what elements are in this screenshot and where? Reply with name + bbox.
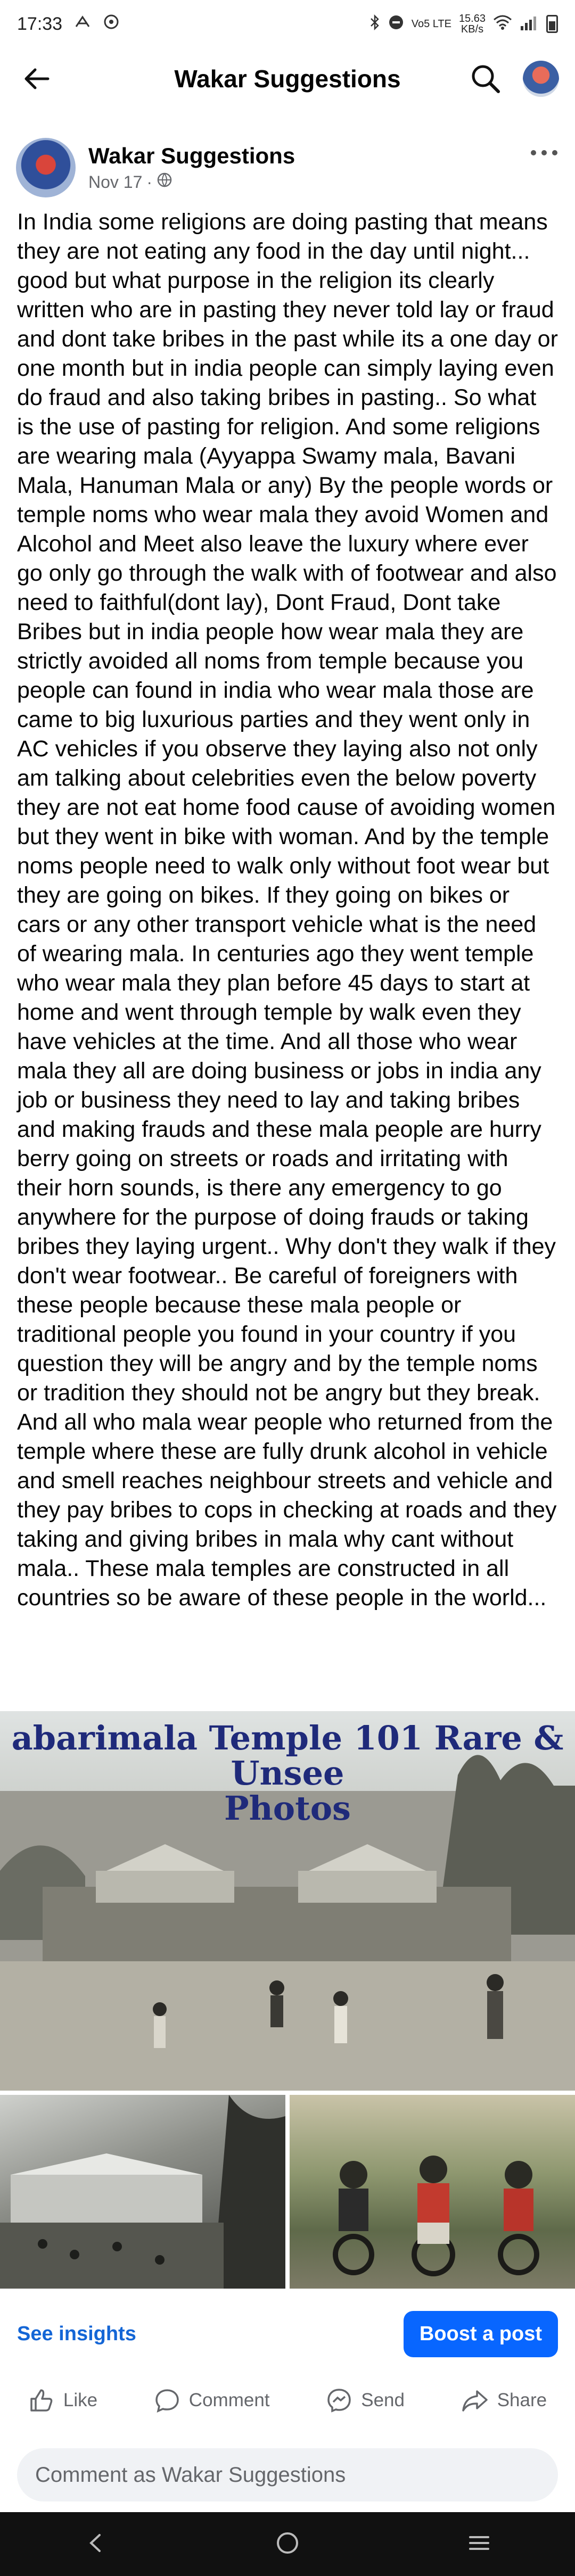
- photo-title-line1: abarimala Temple 101 Rare & Unsee: [11, 1719, 564, 1793]
- wifi-icon: [493, 14, 512, 34]
- globe-icon: [157, 172, 172, 192]
- search-button[interactable]: [464, 57, 507, 100]
- thumbs-up-icon: [30, 2389, 53, 2412]
- bluetooth-icon: [369, 14, 381, 35]
- messenger-icon: [327, 2389, 351, 2413]
- fan-icon: [72, 14, 93, 35]
- nav-home-icon: [277, 2532, 298, 2554]
- system-nav-bar: [0, 2512, 575, 2576]
- status-time: 17:33: [17, 13, 63, 34]
- nav-home-button[interactable]: [274, 2530, 301, 2559]
- nav-back-button[interactable]: [83, 2530, 109, 2559]
- send-label: Send: [361, 2390, 405, 2410]
- profile-avatar-button[interactable]: [523, 60, 559, 97]
- signal-icon: [520, 14, 539, 34]
- see-insights-link[interactable]: See insights: [17, 2323, 136, 2346]
- network-label: Vo5 LTE: [411, 18, 451, 30]
- comment-label: Comment: [188, 2390, 270, 2410]
- speed-unit: KB/s: [461, 23, 484, 35]
- back-arrow-icon: [24, 68, 50, 89]
- app-bar: Wakar Suggestions: [0, 48, 575, 109]
- speed-indicator: 15.63 KB/s: [459, 13, 486, 35]
- reaction-bar: Like Comment Send Share: [0, 2374, 575, 2427]
- photo-temple-crowd[interactable]: [0, 2095, 285, 2289]
- author-name[interactable]: Wakar Suggestions: [88, 143, 295, 169]
- send-button[interactable]: Send: [326, 2387, 405, 2414]
- battery-icon: [546, 15, 558, 33]
- post-body-text: In India some religions are doing pastin…: [17, 209, 564, 1611]
- author-avatar[interactable]: [16, 138, 76, 197]
- dnd-icon: [388, 14, 404, 34]
- search-icon: [472, 65, 500, 93]
- share-arrow-icon: [462, 2390, 488, 2412]
- photo-title-line2: Photos: [224, 1789, 351, 1828]
- like-label: Like: [63, 2390, 98, 2410]
- speed-value: 15.63: [458, 13, 486, 24]
- more-dots-icon: [531, 150, 557, 155]
- comment-button[interactable]: Comment: [154, 2387, 270, 2414]
- more-options-button[interactable]: [529, 133, 559, 162]
- like-button[interactable]: Like: [28, 2387, 97, 2414]
- comment-placeholder: Comment as Wakar Suggestions: [35, 2463, 346, 2487]
- post-management-bar: See insights Boost a post: [0, 2305, 575, 2363]
- share-button[interactable]: Share: [461, 2387, 547, 2414]
- nav-back-icon: [89, 2533, 101, 2552]
- status-bar: 17:33 Vo5 LTE 15.63 KB/s: [0, 0, 575, 48]
- post-header: Wakar Suggestions Nov 17 ·: [16, 133, 559, 202]
- comment-input[interactable]: Comment as Wakar Suggestions: [17, 2448, 558, 2501]
- post-date[interactable]: Nov 17: [88, 172, 142, 192]
- photo-temple-main[interactable]: abarimala Temple 101 Rare & Unsee Photos: [0, 1711, 575, 2091]
- comment-bubble-icon: [155, 2389, 179, 2413]
- photo-title: abarimala Temple 101 Rare & Unsee Photos: [0, 1721, 575, 1826]
- photo-bikers[interactable]: [290, 2095, 575, 2289]
- back-button[interactable]: [16, 57, 59, 100]
- share-label: Share: [497, 2390, 547, 2410]
- post-photo-collage[interactable]: abarimala Temple 101 Rare & Unsee Photos: [0, 1711, 575, 2289]
- meta-separator: ·: [146, 172, 153, 192]
- nav-menu-button[interactable]: [466, 2530, 492, 2559]
- nav-menu-icon: [469, 2536, 489, 2550]
- whatsapp-icon: [103, 13, 120, 35]
- post-meta: Nov 17 ·: [88, 172, 295, 192]
- boost-post-button[interactable]: Boost a post: [403, 2310, 558, 2357]
